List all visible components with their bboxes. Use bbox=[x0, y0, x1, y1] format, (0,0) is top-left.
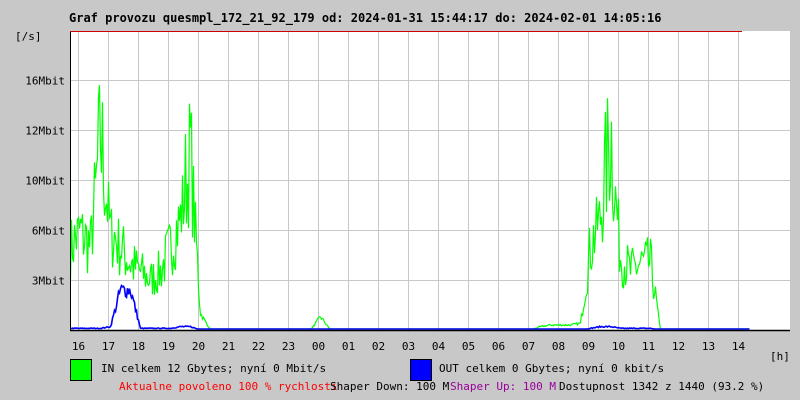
x-tick-label: 10 bbox=[612, 340, 625, 353]
x-tick-label: 21 bbox=[222, 340, 235, 353]
x-tick-label: 05 bbox=[462, 340, 475, 353]
x-tick-label: 09 bbox=[582, 340, 595, 353]
x-tick-label: 00 bbox=[312, 340, 325, 353]
y-tick-label: 6Mbit bbox=[32, 225, 65, 238]
shaper-up-status: Shaper Up: 100 M bbox=[450, 380, 556, 393]
x-tick-label: 23 bbox=[282, 340, 295, 353]
out-legend-swatch bbox=[410, 359, 432, 381]
y-tick-label: 12Mbit bbox=[25, 125, 65, 138]
x-tick-label: 13 bbox=[702, 340, 715, 353]
x-tick-label: 22 bbox=[252, 340, 265, 353]
x-tick-label: 03 bbox=[402, 340, 415, 353]
in-legend-swatch bbox=[70, 359, 92, 381]
traffic-chart: 16 17 18 19 20 21 22 23 00 01 02 03 04 05 06 07 08 09 10 11… bbox=[25, 31, 790, 353]
x-tick-label: 12 bbox=[672, 340, 685, 353]
x-tick-label: 20 bbox=[192, 340, 205, 353]
y-tick-label: 16Mbit bbox=[25, 75, 65, 88]
x-tick-label: 17 bbox=[102, 340, 115, 353]
x-tick-label: 02 bbox=[372, 340, 385, 353]
x-tick-label: 06 bbox=[492, 340, 505, 353]
in-legend-label: IN celkem 12 Gbytes; nyní 0 Mbit/s bbox=[101, 362, 327, 375]
x-tick-label: 18 bbox=[132, 340, 145, 353]
x-tick-label: 07 bbox=[522, 340, 535, 353]
x-tick-label: 14 bbox=[732, 340, 746, 353]
y-tick-label: 10Mbit bbox=[25, 175, 65, 188]
x-tick-label: 19 bbox=[162, 340, 175, 353]
y-tick-label: 3Mbit bbox=[32, 275, 65, 288]
availability-status: Dostupnost 1342 z 1440 (93.2 %) bbox=[559, 380, 765, 393]
x-tick-label: 08 bbox=[552, 340, 565, 353]
x-tick-label: 16 bbox=[72, 340, 85, 353]
shaper-down-status: Shaper Down: 100 M bbox=[330, 380, 450, 393]
allowed-speed-status: Aktualne povoleno 100 % rychlosti bbox=[119, 380, 338, 393]
x-tick-label: 01 bbox=[342, 340, 355, 353]
out-legend-label: OUT celkem 0 Gbytes; nyní 0 kbit/s bbox=[439, 362, 665, 375]
x-tick-label: 04 bbox=[432, 340, 446, 353]
x-tick-label: 11 bbox=[642, 340, 655, 353]
